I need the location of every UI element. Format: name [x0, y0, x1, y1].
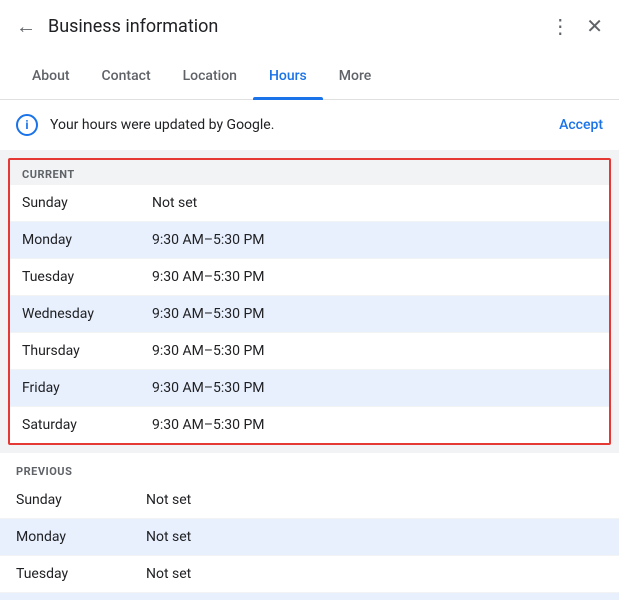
day-hours: Not set — [146, 566, 191, 582]
day-hours: 9:30 AM–5:30 PM — [152, 417, 265, 433]
tab-hours[interactable]: Hours — [253, 52, 323, 100]
page-title: Business information — [48, 16, 550, 37]
day-name: Monday — [22, 232, 152, 248]
tab-location[interactable]: Location — [167, 52, 253, 100]
current-section-label: CURRENT — [10, 160, 609, 185]
table-row: Friday 9:30 AM–5:30 PM — [10, 370, 609, 407]
table-row: Tuesday Not set — [0, 556, 619, 593]
info-icon: i — [16, 114, 38, 136]
day-name: Tuesday — [16, 566, 146, 582]
day-hours: 9:30 AM–5:30 PM — [152, 306, 265, 322]
day-hours: 9:30 AM–5:30 PM — [152, 232, 265, 248]
table-row: Monday 9:30 AM–5:30 PM — [10, 222, 609, 259]
table-row: Wednesday Not set — [0, 593, 619, 600]
current-hours-section: CURRENT Sunday Not set Monday 9:30 AM–5:… — [8, 158, 611, 445]
tab-contact[interactable]: Contact — [86, 52, 167, 100]
title-bar: ← Business information ⋮ ✕ — [0, 0, 619, 52]
day-name: Friday — [22, 380, 152, 396]
accept-button[interactable]: Accept — [559, 117, 603, 133]
table-row: Thursday 9:30 AM–5:30 PM — [10, 333, 609, 370]
day-name: Monday — [16, 529, 146, 545]
table-row: Sunday Not set — [0, 482, 619, 519]
back-button[interactable]: ← — [16, 16, 36, 36]
day-name: Sunday — [22, 195, 152, 211]
day-hours: Not set — [146, 529, 191, 545]
close-button[interactable]: ✕ — [586, 14, 603, 38]
tab-bar: About Contact Location Hours More — [0, 52, 619, 100]
previous-hours-section: PREVIOUS Sunday Not set Monday Not set T… — [0, 453, 619, 600]
table-row: Monday Not set — [0, 519, 619, 556]
tab-more[interactable]: More — [323, 52, 388, 100]
day-hours: 9:30 AM–5:30 PM — [152, 343, 265, 359]
day-name: Sunday — [16, 492, 146, 508]
table-row: Saturday 9:30 AM–5:30 PM — [10, 407, 609, 443]
content-area: i Your hours were updated by Google. Acc… — [0, 100, 619, 600]
day-hours: Not set — [146, 492, 191, 508]
tab-about[interactable]: About — [16, 52, 86, 100]
day-name: Wednesday — [22, 306, 152, 322]
notification-text: Your hours were updated by Google. — [50, 117, 559, 133]
table-row: Wednesday 9:30 AM–5:30 PM — [10, 296, 609, 333]
day-name: Tuesday — [22, 269, 152, 285]
previous-section-label: PREVIOUS — [0, 453, 619, 482]
table-row: Tuesday 9:30 AM–5:30 PM — [10, 259, 609, 296]
day-hours: 9:30 AM–5:30 PM — [152, 269, 265, 285]
table-row: Sunday Not set — [10, 185, 609, 222]
day-hours: 9:30 AM–5:30 PM — [152, 380, 265, 396]
day-name: Thursday — [22, 343, 152, 359]
day-hours: Not set — [152, 195, 197, 211]
day-name: Saturday — [22, 417, 152, 433]
notification-bar: i Your hours were updated by Google. Acc… — [0, 100, 619, 150]
more-menu-button[interactable]: ⋮ — [550, 14, 570, 38]
business-info-window: ← Business information ⋮ ✕ About Contact… — [0, 0, 619, 600]
